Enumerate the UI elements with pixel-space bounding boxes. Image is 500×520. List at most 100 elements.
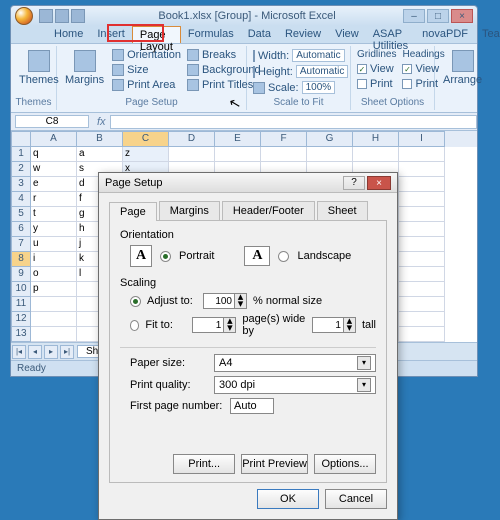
fit-height-spinner[interactable]: ▴▾	[312, 317, 356, 333]
tab-home[interactable]: Home	[47, 26, 90, 43]
row-header[interactable]: 12	[11, 312, 31, 327]
cell[interactable]	[31, 297, 77, 312]
cell[interactable]: a	[77, 147, 123, 162]
scale-control[interactable]: Scale:100%	[251, 80, 346, 95]
cell[interactable]	[399, 297, 445, 312]
formula-bar[interactable]	[110, 115, 477, 129]
landscape-radio[interactable]	[278, 251, 289, 262]
col-header[interactable]: D	[169, 131, 215, 147]
cell[interactable]: y	[31, 222, 77, 237]
row-header[interactable]: 13	[11, 327, 31, 342]
adjust-spinner[interactable]: ▴▾	[203, 293, 247, 309]
printarea-button[interactable]: Print Area	[110, 78, 183, 92]
options-button[interactable]: Options...	[314, 454, 376, 474]
tab-pagelayout[interactable]: Page Layout	[132, 26, 181, 43]
width-control[interactable]: Width:Automatic	[251, 48, 346, 63]
row-header[interactable]: 7	[11, 237, 31, 252]
row-header[interactable]: 10	[11, 282, 31, 297]
print-button[interactable]: Print...	[173, 454, 235, 474]
cell[interactable]	[399, 222, 445, 237]
adjust-radio[interactable]	[130, 296, 141, 307]
row-header[interactable]: 11	[11, 297, 31, 312]
row-header[interactable]: 2	[11, 162, 31, 177]
nav-last[interactable]: ▸|	[60, 345, 74, 359]
col-header[interactable]: I	[399, 131, 445, 147]
height-control[interactable]: Height:Automatic	[251, 64, 346, 79]
qat-save-icon[interactable]	[39, 9, 53, 23]
cell[interactable]	[353, 147, 399, 162]
tab-novapdf[interactable]: novaPDF	[415, 26, 475, 43]
cell[interactable]	[399, 237, 445, 252]
cell[interactable]	[215, 147, 261, 162]
cell[interactable]	[399, 162, 445, 177]
col-header[interactable]: H	[353, 131, 399, 147]
cell[interactable]: q	[31, 147, 77, 162]
tab-view[interactable]: View	[328, 26, 366, 43]
orientation-button[interactable]: Orientation	[110, 48, 183, 62]
dialog-close-button[interactable]: ×	[367, 176, 391, 190]
nav-next[interactable]: ▸	[44, 345, 58, 359]
cell[interactable]: e	[31, 177, 77, 192]
tab-data[interactable]: Data	[241, 26, 278, 43]
nav-first[interactable]: |◂	[12, 345, 26, 359]
col-header[interactable]: G	[307, 131, 353, 147]
cell[interactable]	[399, 207, 445, 222]
margins-button[interactable]: Margins	[61, 48, 108, 95]
close-button[interactable]: ×	[451, 9, 473, 23]
cell[interactable]: i	[31, 252, 77, 267]
tab-insert[interactable]: Insert	[90, 26, 132, 43]
firstpage-input[interactable]	[230, 398, 274, 414]
cell[interactable]	[169, 147, 215, 162]
cell[interactable]: w	[31, 162, 77, 177]
select-all-corner[interactable]	[11, 131, 31, 147]
cell[interactable]	[399, 192, 445, 207]
ok-button[interactable]: OK	[257, 489, 319, 509]
cell[interactable]: z	[123, 147, 169, 162]
dtab-page[interactable]: Page	[109, 202, 157, 221]
cell[interactable]	[31, 312, 77, 327]
cell[interactable]	[31, 327, 77, 342]
name-box[interactable]: C8	[15, 115, 89, 128]
dtab-headerfooter[interactable]: Header/Footer	[222, 201, 315, 220]
tab-review[interactable]: Review	[278, 26, 328, 43]
cell[interactable]: t	[31, 207, 77, 222]
cell[interactable]	[399, 312, 445, 327]
office-button[interactable]	[15, 7, 33, 25]
col-header[interactable]: F	[261, 131, 307, 147]
row-header[interactable]: 9	[11, 267, 31, 282]
row-header[interactable]: 4	[11, 192, 31, 207]
fit-radio[interactable]	[130, 320, 139, 331]
fx-icon[interactable]: fx	[97, 116, 106, 128]
dtab-sheet[interactable]: Sheet	[317, 201, 368, 220]
size-button[interactable]: Size	[110, 63, 183, 77]
col-header[interactable]: B	[77, 131, 123, 147]
cell[interactable]: p	[31, 282, 77, 297]
qat-redo-icon[interactable]	[71, 9, 85, 23]
row-header[interactable]: 3	[11, 177, 31, 192]
cell[interactable]: u	[31, 237, 77, 252]
cell[interactable]	[399, 177, 445, 192]
cell[interactable]	[399, 327, 445, 342]
col-header[interactable]: A	[31, 131, 77, 147]
cell[interactable]	[307, 147, 353, 162]
cancel-button[interactable]: Cancel	[325, 489, 387, 509]
cell[interactable]	[399, 147, 445, 162]
fit-width-spinner[interactable]: ▴▾	[192, 317, 236, 333]
row-header[interactable]: 1	[11, 147, 31, 162]
dtab-margins[interactable]: Margins	[159, 201, 220, 220]
tab-asap[interactable]: ASAP Utilities	[366, 26, 415, 43]
cell[interactable]	[399, 267, 445, 282]
nav-prev[interactable]: ◂	[28, 345, 42, 359]
row-header[interactable]: 5	[11, 207, 31, 222]
cell[interactable]	[399, 252, 445, 267]
row-header[interactable]: 6	[11, 222, 31, 237]
cell[interactable]: o	[31, 267, 77, 282]
qat-undo-icon[interactable]	[55, 9, 69, 23]
paper-select[interactable]: A4▾	[214, 354, 376, 372]
gridlines-print[interactable]: Print	[355, 77, 398, 91]
row-header[interactable]: 8	[11, 252, 31, 267]
col-header[interactable]: C	[123, 131, 169, 147]
arrange-button[interactable]: Arrange	[439, 48, 486, 106]
tab-formulas[interactable]: Formulas	[181, 26, 241, 43]
themes-button[interactable]: Themes	[15, 48, 63, 95]
